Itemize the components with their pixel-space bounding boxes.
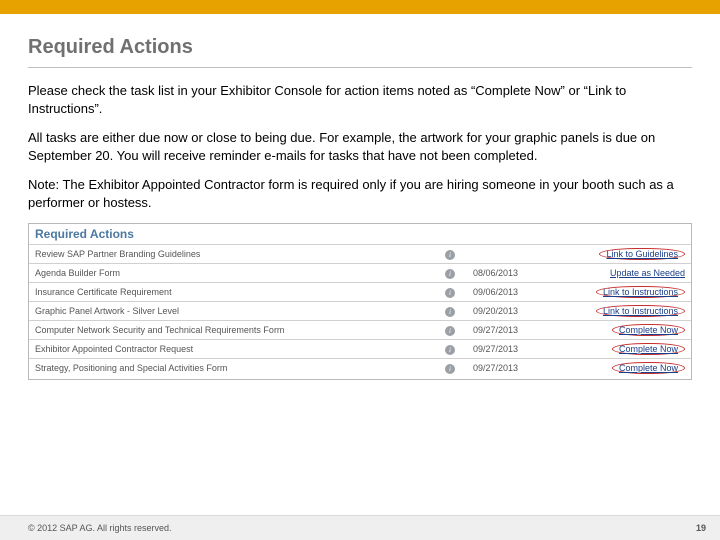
task-table: Review SAP Partner Branding GuidelinesiL…	[29, 244, 691, 377]
task-date: 09/06/2013	[467, 283, 559, 302]
task-link-cell: Link to Instructions	[559, 302, 691, 321]
task-row: Review SAP Partner Branding Guidelinesi L…	[29, 245, 691, 264]
task-row: Exhibitor Appointed Contractor Requesti0…	[29, 340, 691, 359]
highlight-circle: Complete Now	[612, 343, 685, 355]
task-name: Agenda Builder Form	[29, 264, 433, 283]
task-row: Insurance Certificate Requirementi09/06/…	[29, 283, 691, 302]
footer: © 2012 SAP AG. All rights reserved. 19	[0, 515, 720, 540]
task-link-cell: Update as Needed	[559, 264, 691, 283]
task-name: Computer Network Security and Technical …	[29, 321, 433, 340]
task-date: 09/20/2013	[467, 302, 559, 321]
task-link[interactable]: Link to Instructions	[603, 287, 678, 297]
task-row: Graphic Panel Artwork - Silver Leveli09/…	[29, 302, 691, 321]
task-link-cell: Link to Guidelines	[559, 245, 691, 264]
task-date: 09/27/2013	[467, 321, 559, 340]
task-link-cell: Complete Now	[559, 321, 691, 340]
highlight-circle: Link to Guidelines	[599, 248, 685, 260]
task-link[interactable]: Complete Now	[619, 363, 678, 373]
info-icon: i	[433, 264, 467, 283]
highlight-circle: Complete Now	[612, 324, 685, 336]
body-text: Please check the task list in your Exhib…	[28, 82, 692, 211]
task-name: Strategy, Positioning and Special Activi…	[29, 359, 433, 378]
highlight-circle: Link to Instructions	[596, 305, 685, 317]
info-icon: i	[433, 283, 467, 302]
paragraph-1: Please check the task list in your Exhib…	[28, 82, 692, 117]
paragraph-2: All tasks are either due now or close to…	[28, 129, 692, 164]
task-name: Exhibitor Appointed Contractor Request	[29, 340, 433, 359]
copyright: © 2012 SAP AG. All rights reserved.	[28, 523, 172, 533]
task-link[interactable]: Link to Instructions	[603, 306, 678, 316]
task-name: Graphic Panel Artwork - Silver Level	[29, 302, 433, 321]
console-screenshot: Required Actions Review SAP Partner Bran…	[28, 223, 692, 380]
info-icon: i	[433, 321, 467, 340]
highlight-circle: Link to Instructions	[596, 286, 685, 298]
task-link[interactable]: Complete Now	[619, 344, 678, 354]
screenshot-heading: Required Actions	[29, 224, 691, 244]
task-link-cell: Link to Instructions	[559, 283, 691, 302]
task-row: Strategy, Positioning and Special Activi…	[29, 359, 691, 378]
task-link[interactable]: Link to Guidelines	[606, 249, 678, 259]
task-name: Review SAP Partner Branding Guidelines	[29, 245, 433, 264]
task-date	[467, 245, 559, 264]
paragraph-3: Note: The Exhibitor Appointed Contractor…	[28, 176, 692, 211]
info-icon: i	[433, 245, 467, 264]
task-link-cell: Complete Now	[559, 340, 691, 359]
info-icon: i	[433, 340, 467, 359]
task-date: 09/27/2013	[467, 359, 559, 378]
task-link[interactable]: Update as Needed	[610, 268, 685, 278]
highlight-circle: Complete Now	[612, 362, 685, 374]
task-link-cell: Complete Now	[559, 359, 691, 378]
task-name: Insurance Certificate Requirement	[29, 283, 433, 302]
info-icon: i	[433, 302, 467, 321]
task-date: 08/06/2013	[467, 264, 559, 283]
divider	[28, 67, 692, 68]
task-row: Agenda Builder Formi08/06/2013 Update as …	[29, 264, 691, 283]
info-icon: i	[433, 359, 467, 378]
task-date: 09/27/2013	[467, 340, 559, 359]
page-number: 19	[696, 523, 706, 533]
task-link[interactable]: Complete Now	[619, 325, 678, 335]
page-title: Required Actions	[28, 36, 720, 59]
brand-top-bar	[0, 0, 720, 14]
task-row: Computer Network Security and Technical …	[29, 321, 691, 340]
